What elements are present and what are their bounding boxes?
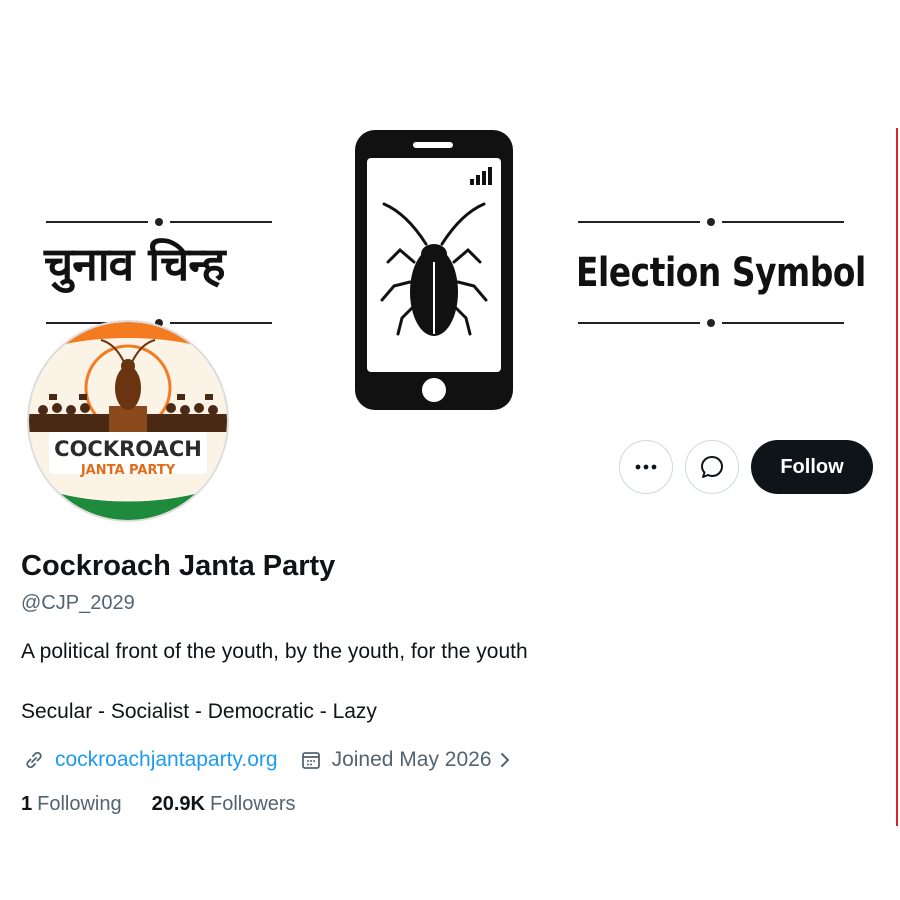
logo-line1: COCKROACH xyxy=(54,437,202,461)
follow-button[interactable]: Follow xyxy=(751,440,873,494)
calendar-icon xyxy=(298,747,324,773)
followers-label: Followers xyxy=(209,793,296,815)
party-logo: COCKROACH JANTA PARTY xyxy=(29,322,227,520)
message-button[interactable] xyxy=(685,440,739,494)
chevron-right-icon[interactable] xyxy=(498,750,512,770)
avatar[interactable]: COCKROACH JANTA PARTY xyxy=(27,320,229,522)
more-icon xyxy=(635,464,657,470)
website-link[interactable]: cockroachjantaparty.org xyxy=(55,748,278,772)
banner-hindi-text: चुनाव चिन्ह xyxy=(44,237,226,291)
side-rule xyxy=(896,128,898,826)
following-count: 1 xyxy=(21,793,33,815)
podium xyxy=(109,406,147,436)
banner-english-text: Election Symbol xyxy=(576,250,866,296)
ornament-dot xyxy=(707,319,715,327)
ornament-dot xyxy=(155,218,163,226)
bio: A political front of the youth, by the y… xyxy=(21,640,528,663)
following-link[interactable]: 1 Following xyxy=(21,793,122,816)
profile-meta: cockroachjantaparty.org Joined May 2026 xyxy=(21,745,512,775)
follow-stats: 1 Following 20.9K Followers xyxy=(21,793,296,816)
more-button[interactable] xyxy=(619,440,673,494)
bio-tagline: Secular - Socialist - Democratic - Lazy xyxy=(21,700,377,723)
followers-count: 20.9K xyxy=(151,793,205,815)
logo-line2: JANTA PARTY xyxy=(80,463,176,478)
followers-link[interactable]: 20.9K Followers xyxy=(152,793,296,816)
message-icon xyxy=(701,456,723,478)
following-label: Following xyxy=(37,793,122,815)
joined-date: Joined May 2026 xyxy=(331,748,492,771)
display-name: Cockroach Janta Party xyxy=(21,550,336,582)
link-icon xyxy=(21,747,47,773)
ornament-dot xyxy=(707,218,715,226)
handle: @CJP_2029 xyxy=(21,592,135,614)
